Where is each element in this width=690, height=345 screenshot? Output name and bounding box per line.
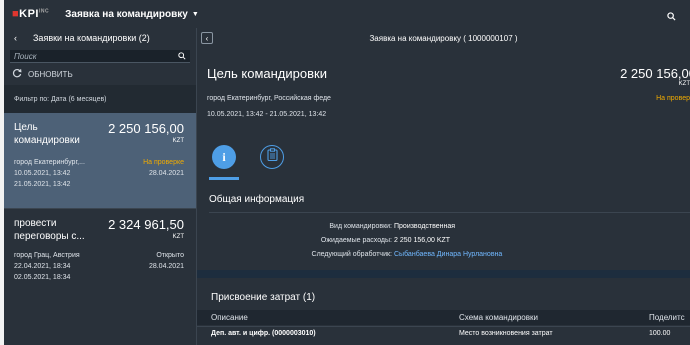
filter-bar[interactable]: Фильтр по: Дата (6 месяцев): [4, 85, 196, 113]
table-row[interactable]: Деп. авт. и цифр. (0000003010) Место воз…: [197, 326, 690, 341]
field-value: 2 250 156,00 KZT: [394, 237, 451, 244]
item-title: Цель командировки: [14, 122, 80, 146]
item-currency: KZT: [172, 234, 184, 240]
refresh-label: ОБНОВИТЬ: [28, 69, 73, 79]
item-amount: 2 324 961,50: [108, 217, 184, 232]
cell-description: Деп. авт. и цифр. (0000003010): [211, 330, 316, 337]
master-title: Заявки на командировки (2): [33, 33, 150, 43]
app-title-menu[interactable]: Заявка на командировку ▼: [65, 9, 199, 20]
item-start: 22.04.2021, 18:34: [14, 263, 71, 270]
master-header: ‹ Заявки на командировки (2): [4, 28, 196, 48]
back-icon[interactable]: ‹: [14, 33, 17, 43]
field-label: Ожидаемые расходы:: [320, 237, 392, 244]
item-amount: 2 250 156,00: [108, 121, 184, 136]
detail-bar-title: Заявка на командировку ( 1000000107 ): [369, 33, 518, 43]
column-header[interactable]: Схема командировки: [459, 313, 538, 322]
item-title: провести переговоры с...: [14, 218, 85, 242]
object-dates: 10.05.2021, 13:42 - 21.05.2021, 13:42: [207, 111, 327, 118]
detail-bar: ‹ Заявка на командировку ( 1000000107 ): [197, 28, 690, 48]
general-info-section: Общая информация Вид командировки: Произ…: [197, 180, 690, 270]
search-input[interactable]: [14, 51, 154, 61]
master-list-panel: ‹ Заявки на командировки (2) ОБНОВИТЬ Фи…: [4, 28, 196, 345]
notes-tab[interactable]: [260, 145, 284, 169]
status-badge: На провер: [656, 95, 690, 102]
item-currency: KZT: [172, 138, 184, 144]
field-label: Вид командировки:: [329, 223, 392, 230]
item-end: 21.05.2021, 13:42: [14, 181, 71, 188]
table-title: Присвоение затрат (1): [211, 292, 316, 303]
chevron-left-icon: ‹: [205, 33, 209, 43]
status-badge: На проверке: [143, 159, 184, 166]
divider: [209, 212, 690, 213]
field-label: Следующий обработчик:: [311, 251, 392, 258]
item-created: 28.04.2021: [148, 170, 184, 177]
caret-down-icon: ▼: [191, 10, 199, 18]
next-processor-link[interactable]: Сыбанбаева Динара Нурлановна: [394, 251, 502, 258]
app-title: Заявка на командировку: [65, 8, 188, 20]
table-header: Описание Схема командировки Поделитс: [197, 310, 690, 325]
app-screen: ■KPIINC Заявка на командировку ▼ ‹ Заявк…: [4, 0, 690, 345]
info-icon: i: [222, 149, 226, 164]
refresh-icon: [12, 68, 22, 80]
info-tab[interactable]: i: [212, 145, 236, 169]
object-amount: 2 250 156,00: [620, 66, 690, 81]
item-created: 28.04.2021: [148, 263, 184, 270]
item-start: 10.05.2021, 13:42: [14, 170, 71, 177]
column-header[interactable]: Описание: [211, 313, 248, 322]
search-field[interactable]: [10, 50, 190, 63]
icon-tab-bar: i: [197, 136, 690, 180]
company-logo[interactable]: ■KPIINC: [12, 8, 49, 20]
column-header[interactable]: Поделитс: [649, 313, 685, 322]
field-value: Производственная: [394, 223, 456, 230]
search-icon[interactable]: [667, 8, 676, 26]
item-end: 02.05.2021, 18:34: [14, 274, 71, 281]
list-item[interactable]: провести переговоры с... 2 324 961,50 KZ…: [4, 208, 196, 296]
object-title: Цель командировки: [207, 66, 327, 81]
item-location: город Екатеринбург,...: [14, 159, 85, 166]
object-location: город Екатеринбург, Российская феде: [207, 95, 331, 102]
cost-assignment-table: Присвоение затрат (1) Описание Схема ком…: [197, 278, 690, 345]
object-header: Цель командировки 2 250 156,00 KZT город…: [197, 48, 690, 136]
clipboard-icon: [266, 148, 278, 166]
section-title: Общая информация: [209, 194, 305, 205]
status-badge: Открыто: [156, 252, 184, 259]
cell-scheme: Место возникновения затрат: [459, 330, 553, 337]
shell-bar: ■KPIINC Заявка на командировку ▼: [4, 0, 690, 28]
item-location: город Грац, Австрия: [14, 252, 80, 259]
cell-share: 100.00: [649, 330, 671, 337]
collapse-button[interactable]: ‹: [201, 32, 213, 44]
list-item[interactable]: Цель командировки 2 250 156,00 KZT город…: [4, 113, 196, 208]
search-icon[interactable]: [178, 47, 186, 65]
object-currency: KZT: [678, 81, 690, 87]
filter-text: Фильтр по: Дата (6 месяцев): [14, 95, 107, 103]
detail-panel: ‹ Заявка на командировку ( 1000000107 ) …: [196, 28, 690, 345]
refresh-button[interactable]: ОБНОВИТЬ: [4, 63, 196, 85]
